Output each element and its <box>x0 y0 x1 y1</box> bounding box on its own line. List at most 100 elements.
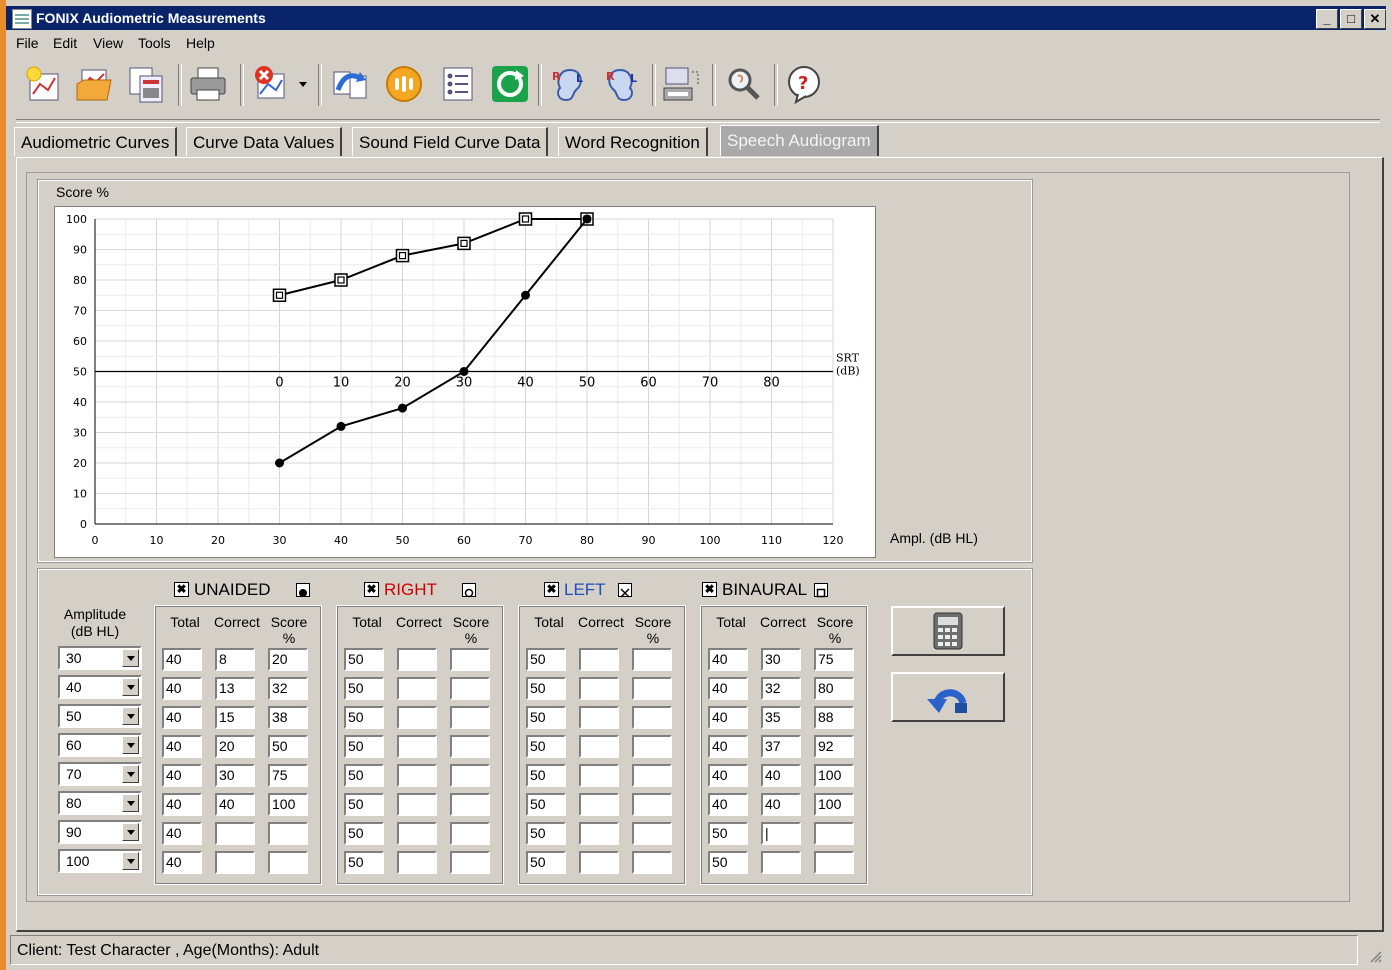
unaided-score-field[interactable]: 20 <box>268 648 308 671</box>
amplitude-select[interactable]: 70 <box>58 762 142 786</box>
title-bar[interactable]: FONIX Audiometric Measurements _ □ ✕ <box>6 6 1386 30</box>
right-score-field[interactable] <box>450 764 490 787</box>
right-total-field[interactable]: 50 <box>344 851 384 874</box>
left-total-field[interactable]: 50 <box>526 648 566 671</box>
left-total-field[interactable]: 50 <box>526 735 566 758</box>
unaided-score-field[interactable]: 32 <box>268 677 308 700</box>
right-score-field[interactable] <box>450 735 490 758</box>
binaural-total-field[interactable]: 40 <box>708 735 748 758</box>
menu-file[interactable]: File <box>16 35 39 51</box>
right-correct-field[interactable] <box>397 677 437 700</box>
left-total-field[interactable]: 50 <box>526 677 566 700</box>
refresh-icon[interactable] <box>488 60 532 108</box>
unaided-correct-field[interactable] <box>215 851 255 874</box>
binaural-score-field[interactable] <box>814 822 854 845</box>
binaural-correct-field[interactable]: 30 <box>761 648 801 671</box>
binaural-total-field[interactable]: 40 <box>708 764 748 787</box>
minimize-button[interactable]: _ <box>1316 9 1338 29</box>
unaided-score-field[interactable]: 100 <box>268 793 308 816</box>
left-score-field[interactable] <box>632 793 672 816</box>
chevron-down-icon[interactable] <box>122 649 139 667</box>
left-total-field[interactable]: 50 <box>526 706 566 729</box>
right-score-field[interactable] <box>450 793 490 816</box>
binaural-score-field[interactable]: 80 <box>814 677 854 700</box>
binaural-score-field[interactable]: 100 <box>814 764 854 787</box>
binaural-score-field[interactable]: 100 <box>814 793 854 816</box>
unaided-total-field[interactable]: 40 <box>162 648 202 671</box>
right-correct-field[interactable] <box>397 764 437 787</box>
tab-speech-audiogram[interactable]: Speech Audiogram <box>720 125 879 156</box>
left-checkbox[interactable]: ✖ <box>544 582 559 597</box>
unaided-checkbox[interactable]: ✖ <box>174 582 189 597</box>
left-correct-field[interactable] <box>579 822 619 845</box>
left-score-field[interactable] <box>632 677 672 700</box>
right-checkbox[interactable]: ✖ <box>364 582 379 597</box>
menu-view[interactable]: View <box>93 35 123 51</box>
right-score-field[interactable] <box>450 822 490 845</box>
binaural-correct-field[interactable]: 35 <box>761 706 801 729</box>
right-total-field[interactable]: 50 <box>344 735 384 758</box>
right-total-field[interactable]: 50 <box>344 764 384 787</box>
unaided-total-field[interactable]: 40 <box>162 706 202 729</box>
left-score-field[interactable] <box>632 764 672 787</box>
binaural-total-field[interactable]: 40 <box>708 648 748 671</box>
left-score-field[interactable] <box>632 735 672 758</box>
unaided-score-field[interactable]: 75 <box>268 764 308 787</box>
binaural-score-field[interactable]: 75 <box>814 648 854 671</box>
right-ear-icon[interactable]: RL <box>600 60 644 108</box>
print-icon[interactable] <box>186 60 230 108</box>
chevron-down-icon[interactable] <box>122 736 139 754</box>
left-total-field[interactable]: 50 <box>526 764 566 787</box>
amplitude-select[interactable]: 80 <box>58 791 142 815</box>
tab-curve-data-values[interactable]: Curve Data Values <box>186 127 343 156</box>
resize-grip-icon[interactable] <box>1368 949 1382 963</box>
unaided-score-field[interactable]: 50 <box>268 735 308 758</box>
tab-audiometric-curves[interactable]: Audiometric Curves <box>14 127 178 156</box>
chevron-down-icon[interactable] <box>122 823 139 841</box>
right-correct-field[interactable] <box>397 648 437 671</box>
binaural-total-field[interactable]: 40 <box>708 706 748 729</box>
binaural-correct-field[interactable]: 40 <box>761 793 801 816</box>
chevron-down-icon[interactable] <box>122 765 139 783</box>
unaided-correct-field[interactable]: 30 <box>215 764 255 787</box>
right-score-field[interactable] <box>450 677 490 700</box>
unaided-score-field[interactable] <box>268 851 308 874</box>
right-correct-field[interactable] <box>397 822 437 845</box>
new-session-icon[interactable] <box>22 60 66 108</box>
binaural-score-field[interactable] <box>814 851 854 874</box>
left-score-field[interactable] <box>632 851 672 874</box>
calculate-button[interactable] <box>891 606 1005 656</box>
menu-edit[interactable]: Edit <box>53 35 77 51</box>
search-patient-icon[interactable] <box>722 60 766 108</box>
amplitude-select[interactable]: 90 <box>58 820 142 844</box>
binaural-correct-field[interactable]: | <box>761 822 801 845</box>
menu-tools[interactable]: Tools <box>138 35 171 51</box>
amplitude-select[interactable]: 50 <box>58 704 142 728</box>
left-correct-field[interactable] <box>579 851 619 874</box>
right-score-field[interactable] <box>450 706 490 729</box>
left-ear-icon[interactable]: RL <box>546 60 590 108</box>
right-total-field[interactable]: 50 <box>344 822 384 845</box>
audiometer-icon[interactable] <box>382 60 426 108</box>
binaural-correct-field[interactable]: 40 <box>761 764 801 787</box>
binaural-correct-field[interactable]: 32 <box>761 677 801 700</box>
right-correct-field[interactable] <box>397 735 437 758</box>
binaural-total-field[interactable]: 50 <box>708 822 748 845</box>
undo-button[interactable] <box>891 672 1005 722</box>
delete-curve-icon[interactable] <box>250 60 294 108</box>
amplitude-select[interactable]: 60 <box>58 733 142 757</box>
left-correct-field[interactable] <box>579 706 619 729</box>
maximize-button[interactable]: □ <box>1340 9 1362 29</box>
left-correct-field[interactable] <box>579 735 619 758</box>
import-export-icon[interactable] <box>328 60 372 108</box>
amplitude-select[interactable]: 100 <box>58 849 142 873</box>
chevron-down-icon[interactable] <box>122 794 139 812</box>
right-correct-field[interactable] <box>397 793 437 816</box>
binaural-score-field[interactable]: 92 <box>814 735 854 758</box>
chevron-down-icon[interactable] <box>122 707 139 725</box>
unaided-correct-field[interactable]: 15 <box>215 706 255 729</box>
binaural-score-field[interactable]: 88 <box>814 706 854 729</box>
binaural-total-field[interactable]: 40 <box>708 677 748 700</box>
unaided-correct-field[interactable] <box>215 822 255 845</box>
menu-help[interactable]: Help <box>186 35 215 51</box>
